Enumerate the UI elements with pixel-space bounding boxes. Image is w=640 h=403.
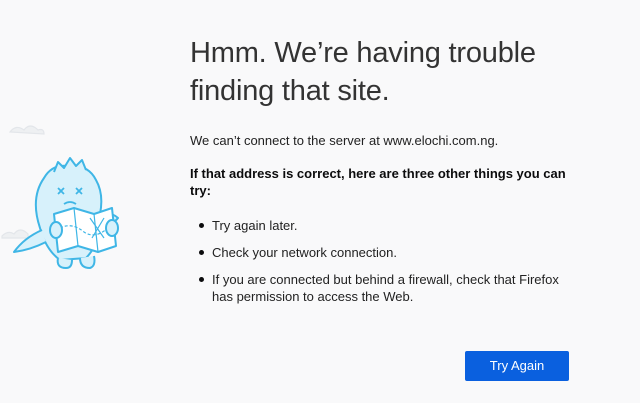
error-content: Hmm. We’re having trouble finding that s… [190, 34, 590, 304]
error-title: Hmm. We’re having trouble finding that s… [190, 34, 590, 110]
tip-text: Try again later. [212, 218, 298, 233]
tip-item: Check your network connection. [190, 244, 570, 261]
bullet-icon [199, 277, 204, 282]
tip-text: If you are connected but behind a firewa… [212, 272, 559, 304]
error-title-line2: finding that site. [190, 75, 390, 107]
tip-item: Try again later. [190, 217, 570, 234]
tip-item: If you are connected but behind a firewa… [190, 271, 570, 305]
tip-text: Check your network connection. [212, 245, 397, 260]
error-description: We can’t connect to the server at www.el… [190, 133, 499, 148]
try-again-button[interactable]: Try Again [465, 351, 569, 381]
tips-list: Try again later. Check your network conn… [190, 217, 570, 315]
bullet-icon [199, 223, 204, 228]
advice-heading: If that address is correct, here are thr… [190, 166, 566, 198]
error-page: Hmm. We’re having trouble finding that s… [0, 0, 640, 403]
confused-dinosaur-map-icon [1, 125, 119, 270]
bullet-icon [199, 250, 204, 255]
error-title-line1: Hmm. We’re having trouble [190, 37, 536, 69]
